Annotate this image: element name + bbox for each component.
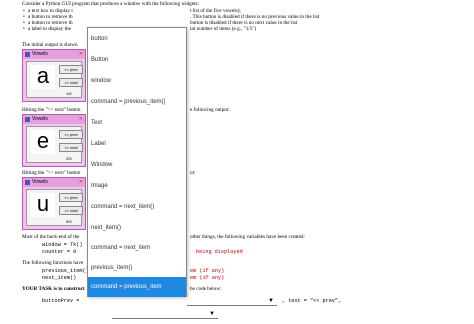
next-button: >> next xyxy=(59,206,83,215)
bullet-4-tail: tal number of items (e.g., "1/5") xyxy=(190,26,257,32)
next-button: >> next xyxy=(59,78,83,87)
window-body: u << prev >> next 5/5 xyxy=(26,189,83,226)
code-counter-line: counter = 0 xyxy=(42,249,77,255)
count-label: 5/5 xyxy=(66,219,72,224)
window-title: Vowels xyxy=(32,116,48,122)
window-titlebar: Vowels ✕ xyxy=(23,115,85,124)
prev-button: << prev xyxy=(59,65,83,74)
app-icon xyxy=(25,180,30,185)
dropdown-option[interactable]: Text xyxy=(88,113,186,133)
dropdown-option-selected[interactable]: command = previous_item xyxy=(88,277,186,297)
initial-output-text: The initial output is shown xyxy=(22,42,78,48)
document: Consider a Python GUI program that produ… xyxy=(0,0,474,324)
intro-text: Consider a Python GUI program that produ… xyxy=(22,1,199,7)
bullet-4: a label to display the xyxy=(23,26,71,32)
dropdown-option[interactable]: Image xyxy=(88,176,186,196)
dropdown-option[interactable]: command = next_item() xyxy=(88,197,186,217)
answer-select-2[interactable]: ▼ xyxy=(187,298,277,306)
dropdown-option[interactable]: command = next_item xyxy=(88,238,186,258)
hitting-next-text-2: Hitting the ">> next" button xyxy=(22,170,81,176)
code-text-prev: , text = "<< prev", xyxy=(282,298,342,304)
close-icon: ✕ xyxy=(78,116,83,122)
chevron-down-icon: ▼ xyxy=(209,311,215,317)
vowels-window-1: Vowels ✕ a << prev >> next 1/5 xyxy=(22,49,86,102)
letter-textbox: u xyxy=(31,193,55,217)
answer-select-3[interactable]: ▼ xyxy=(112,311,218,319)
dropdown-option[interactable]: previous_item() xyxy=(88,258,186,278)
hitting-next-text-1: Hitting the ">> next" button xyxy=(22,107,81,113)
count-label: 1/5 xyxy=(66,91,72,96)
code-previous-item: previous_item() xyxy=(42,268,89,274)
app-icon xyxy=(25,117,30,122)
back-end-text: Most of the back-end of the xyxy=(22,234,80,240)
window-title: Vowels xyxy=(32,51,48,57)
code-comment-if-any-2: em (if any) xyxy=(190,275,225,281)
letter-textbox: a xyxy=(31,65,55,89)
dropdown-option[interactable]: button xyxy=(88,29,186,49)
window-body: a << prev >> next 1/5 xyxy=(26,61,83,98)
code-comment-displayed: being displayed xyxy=(196,249,243,255)
window-titlebar: Vowels ✕ xyxy=(23,178,85,187)
vowels-window-2: Vowels ✕ e << prev >> next 2/5 xyxy=(22,114,86,167)
code-button-prev: buttonPrev = xyxy=(42,298,80,304)
output-tail-text: ut: xyxy=(190,170,196,176)
back-end-tail-text: other things, the following variables ha… xyxy=(190,234,305,240)
dropdown-list[interactable]: button Button window command = previous_… xyxy=(87,27,187,297)
dropdown-option[interactable]: command = previous_item() xyxy=(88,92,186,112)
window-title: Vowels xyxy=(32,179,48,185)
chevron-down-icon: ▼ xyxy=(268,298,274,304)
app-icon xyxy=(25,52,30,57)
dropdown-option[interactable]: Button xyxy=(88,50,186,70)
prev-button: << prev xyxy=(59,193,83,202)
your-task-text: YOUR TASK is to construct xyxy=(22,286,85,292)
close-icon: ✕ xyxy=(78,179,83,185)
dropdown-option[interactable]: next_item() xyxy=(88,218,186,238)
dropdown-option[interactable]: window xyxy=(88,71,186,91)
letter-textbox: e xyxy=(31,130,55,154)
close-icon: ✕ xyxy=(78,51,83,57)
dropdown-option[interactable]: Label xyxy=(88,134,186,154)
window-body: e << prev >> next 2/5 xyxy=(26,126,83,163)
code-below-text: he code below: xyxy=(190,286,222,292)
prev-button: << prev xyxy=(59,130,83,139)
window-titlebar: Vowels ✕ xyxy=(23,50,85,59)
code-window-line: window = Tk() xyxy=(42,242,83,248)
functions-text: The following functions have xyxy=(22,260,84,266)
vowels-window-3: Vowels ✕ u << prev >> next 5/5 xyxy=(22,177,86,230)
dropdown-option[interactable]: Window xyxy=(88,155,186,175)
code-next-item: next_item() xyxy=(42,275,77,281)
next-button: >> next xyxy=(59,143,83,152)
count-label: 2/5 xyxy=(66,156,72,161)
code-comment-if-any-1: em (if any) xyxy=(190,268,225,274)
following-output-text: e following output: xyxy=(190,107,230,113)
